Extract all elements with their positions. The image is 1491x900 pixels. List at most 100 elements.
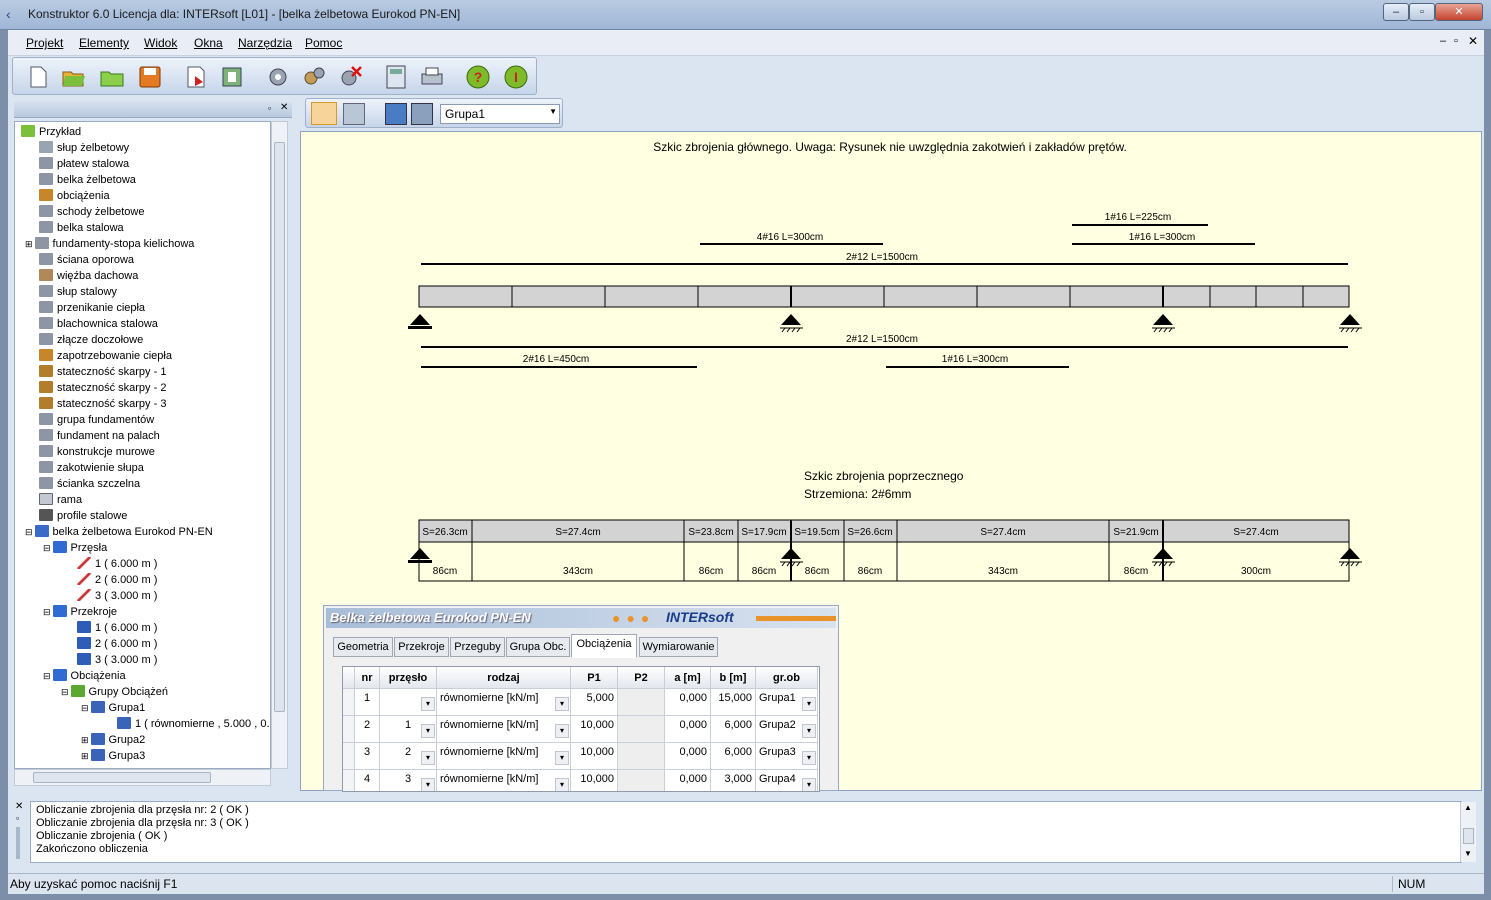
column-header[interactable]: przęsło — [380, 667, 437, 689]
mdi-close-button[interactable]: ✕ — [1468, 34, 1478, 48]
table-cell[interactable]: równomierne [kN/m] — [437, 770, 571, 791]
tree-item[interactable]: belka stalowa — [39, 220, 124, 236]
tree-przesla[interactable]: ⊟ Przęsła — [43, 540, 107, 556]
table-cell[interactable]: 10,000 — [571, 770, 618, 791]
tree-root[interactable]: Przykład — [21, 124, 81, 140]
view-table-icon[interactable] — [311, 102, 337, 125]
import-icon[interactable] — [219, 64, 245, 90]
tree-przekroje[interactable]: ⊟ Przekroje — [43, 604, 117, 620]
dropdown-arrow-icon[interactable]: ▾ — [802, 751, 816, 765]
menu-widok[interactable]: Widok — [144, 36, 177, 50]
maximize-button[interactable]: ▫ — [1409, 3, 1435, 21]
tree-group3[interactable]: ⊞ Grupa3 — [81, 748, 145, 764]
table-cell[interactable] — [618, 716, 665, 743]
table-cell[interactable]: 6,000 — [711, 716, 756, 743]
tree-vertical-scrollbar[interactable] — [271, 121, 288, 769]
column-header[interactable]: rodzaj — [437, 667, 571, 689]
panel-grip[interactable] — [16, 827, 20, 859]
tree-item[interactable]: przenikanie ciepła — [39, 300, 145, 316]
tree-item[interactable]: fundament na palach — [39, 428, 160, 444]
scroll-thumb[interactable] — [33, 772, 211, 783]
row-header[interactable] — [343, 743, 355, 770]
column-header[interactable]: P2 — [618, 667, 665, 689]
tree-section[interactable]: 3 ( 3.000 m ) — [77, 652, 157, 668]
panel-close-icon[interactable]: ✕ — [15, 801, 23, 812]
table-cell[interactable]: 0,000 — [665, 716, 711, 743]
chevron-down-icon[interactable]: ▼ — [549, 107, 557, 116]
calculator-icon[interactable] — [383, 64, 409, 90]
tree-obciazenia[interactable]: ⊟ Obciążenia — [43, 668, 126, 684]
tree-item[interactable]: profile stalowe — [39, 508, 127, 524]
table-cell[interactable]: 3,000 — [711, 770, 756, 791]
dialog-title-bar[interactable]: Belka żelbetowa Eurokod PN-EN ●●● INTERs… — [326, 608, 836, 628]
info-icon[interactable]: I — [503, 64, 529, 90]
tree-item[interactable]: belka żelbetowa — [39, 172, 136, 188]
table-cell[interactable]: 10,000 — [571, 716, 618, 743]
dropdown-arrow-icon[interactable]: ▾ — [555, 724, 569, 738]
tab-obciazenia[interactable]: Obciążenia — [571, 634, 637, 658]
tab-grupa-obc[interactable]: Grupa Obc. — [506, 637, 570, 657]
table-cell[interactable] — [618, 743, 665, 770]
tree-item[interactable]: obciążenia — [39, 188, 110, 204]
table-cell[interactable]: równomierne [kN/m] — [437, 689, 571, 716]
table-cell[interactable] — [618, 689, 665, 716]
column-header[interactable]: gr.ob — [756, 667, 818, 689]
tree-section[interactable]: 2 ( 6.000 m ) — [77, 636, 157, 652]
tree-item[interactable]: konstrukcje murowe — [39, 444, 155, 460]
table-cell[interactable]: 6,000 — [711, 743, 756, 770]
dropdown-arrow-icon[interactable]: ▾ — [421, 778, 435, 791]
help-icon[interactable]: ? — [465, 64, 491, 90]
view-3d-icon[interactable] — [343, 103, 365, 125]
scroll-down-icon[interactable]: ▼ — [1464, 849, 1472, 858]
scroll-thumb[interactable] — [274, 142, 285, 712]
mdi-restore-button[interactable]: ▫ — [1454, 35, 1458, 47]
section-view-icon[interactable] — [411, 103, 433, 125]
minimize-button[interactable]: – — [1383, 3, 1409, 21]
delete-settings-icon[interactable] — [337, 64, 363, 90]
table-cell[interactable]: 15,000 — [711, 689, 756, 716]
tree-item[interactable]: stateczność skarpy - 3 — [39, 396, 166, 412]
save-icon[interactable] — [137, 64, 163, 90]
tree-item[interactable]: ⊞ fundamenty-stopa kielichowa — [25, 236, 194, 252]
dropdown-arrow-icon[interactable]: ▾ — [421, 697, 435, 711]
tree-item[interactable]: ⊟ belka żelbetowa Eurokod PN-EN — [25, 524, 213, 540]
table-cell[interactable]: równomierne [kN/m] — [437, 743, 571, 770]
tab-wymiarowanie[interactable]: Wymiarowanie — [639, 637, 718, 657]
dropdown-arrow-icon[interactable]: ▾ — [802, 724, 816, 738]
settings-icon[interactable] — [265, 64, 291, 90]
tree-item[interactable]: ścianka szczelna — [39, 476, 140, 492]
row-header[interactable] — [343, 689, 355, 716]
tree-item[interactable]: słup stalowy — [39, 284, 117, 300]
tree-span[interactable]: 2 ( 6.000 m ) — [77, 572, 157, 588]
menu-pomoc[interactable]: Pomoc — [305, 36, 342, 50]
tab-przekroje[interactable]: Przekroje — [394, 637, 449, 657]
column-header[interactable]: b [m] — [711, 667, 756, 689]
mdi-minimize-button[interactable]: – — [1440, 35, 1446, 47]
menu-elementy[interactable]: Elementy — [79, 36, 129, 50]
tree-horizontal-scrollbar[interactable] — [14, 769, 271, 786]
scroll-thumb[interactable] — [1463, 828, 1474, 844]
table-cell[interactable]: 3 — [355, 743, 380, 770]
column-header[interactable]: a [m] — [665, 667, 711, 689]
panel-pin-icon[interactable]: ▫ — [16, 813, 19, 823]
tree-section[interactable]: 1 ( 6.000 m ) — [77, 620, 157, 636]
row-header[interactable] — [343, 770, 355, 791]
tree-item[interactable]: rama — [39, 492, 82, 508]
dropdown-arrow-icon[interactable]: ▾ — [802, 697, 816, 711]
tree-item[interactable]: słup żelbetowy — [39, 140, 129, 156]
tree-group1[interactable]: ⊟ Grupa1 — [81, 700, 145, 716]
menu-narzedzia[interactable]: Narzędzia — [238, 36, 292, 50]
dropdown-arrow-icon[interactable]: ▾ — [555, 751, 569, 765]
panel-close-icon[interactable]: ✕ — [280, 102, 288, 113]
tree-item[interactable]: stateczność skarpy - 2 — [39, 380, 166, 396]
new-file-icon[interactable] — [25, 64, 51, 90]
dropdown-arrow-icon[interactable]: ▾ — [555, 697, 569, 711]
dropdown-arrow-icon[interactable]: ▾ — [555, 778, 569, 791]
table-cell[interactable]: 1 — [355, 689, 380, 716]
tree-load-item[interactable]: 1 ( równomierne , 5.000 , 0.0 — [117, 716, 270, 732]
tree-item[interactable]: blachownica stalowa — [39, 316, 158, 332]
table-cell[interactable]: 5,000 — [571, 689, 618, 716]
group-select[interactable]: Grupa1 ▼ — [440, 104, 560, 124]
tree-item[interactable]: złącze doczołowe — [39, 332, 143, 348]
column-header[interactable]: nr — [355, 667, 380, 689]
